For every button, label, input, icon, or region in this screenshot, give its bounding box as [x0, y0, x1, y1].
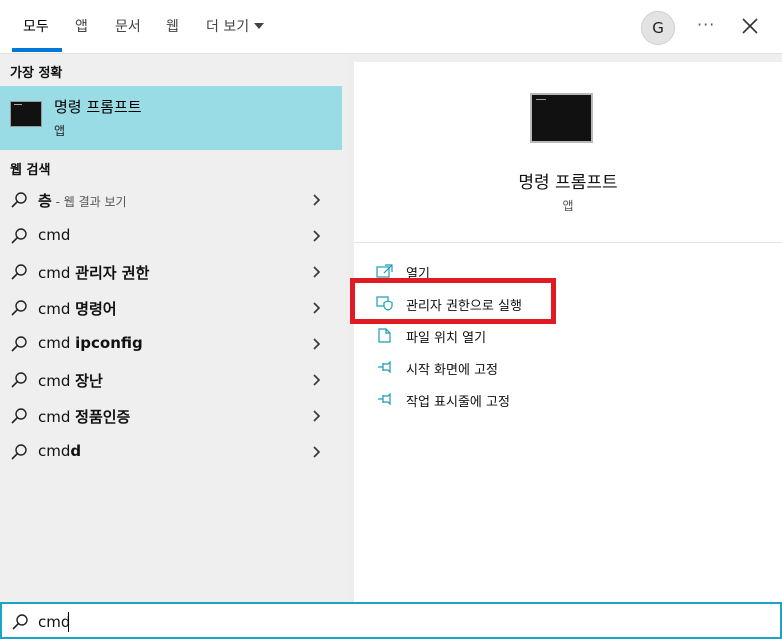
action-run-as-admin[interactable]: 관리자 권한으로 실행 — [374, 291, 754, 317]
best-match-subtitle: 앱 — [54, 124, 66, 138]
tab-all[interactable]: 모두 — [23, 17, 49, 37]
pin-icon — [378, 392, 391, 406]
web-result-row[interactable]: cmd 정품인증 — [0, 399, 342, 433]
web-result-row[interactable]: cmdd — [0, 435, 342, 469]
action-pin-to-taskbar-label: 작업 표시줄에 고정 — [406, 395, 510, 410]
tab-web[interactable]: 웹 — [166, 17, 179, 37]
avatar[interactable]: G — [641, 11, 675, 45]
web-search-header: 웹 검색 — [10, 163, 51, 178]
web-result-label: cmd ipconfig — [38, 334, 143, 352]
search-icon — [11, 336, 27, 352]
shield-icon — [376, 296, 393, 311]
search-icon — [11, 228, 27, 244]
search-input[interactable] — [38, 609, 738, 635]
cmd-icon — [10, 101, 42, 127]
search-icon — [11, 264, 27, 280]
search-bar[interactable] — [0, 602, 782, 639]
action-pin-to-start[interactable]: 시작 화면에 고정 — [374, 355, 754, 381]
web-result-label: cmd 정품인증 — [38, 408, 131, 426]
web-result-row[interactable]: cmd 장난 — [0, 363, 342, 397]
web-result-row[interactable]: cmd — [0, 219, 342, 253]
chevron-right-icon — [313, 410, 321, 422]
web-result-row[interactable]: cmd ipconfig — [0, 327, 342, 361]
search-icon — [11, 444, 27, 460]
tab-more[interactable]: 더 보기 — [206, 17, 265, 37]
web-result-row[interactable]: cmd 관리자 권한 — [0, 255, 342, 289]
action-open-file-location-label: 파일 위치 열기 — [406, 331, 487, 346]
chevron-down-icon — [254, 23, 265, 29]
detail-pane: 명령 프롬프트 앱 열기 관리자 권한으로 실행 파일 위치 열기 시작 화면에… — [354, 62, 782, 602]
pin-icon — [378, 360, 391, 374]
web-result-row[interactable]: cmd 명령어 — [0, 291, 342, 325]
tab-apps[interactable]: 앱 — [75, 17, 88, 37]
search-icon — [11, 192, 27, 208]
more-options-icon[interactable]: ··· — [697, 15, 715, 34]
best-match-item[interactable]: 명령 프롬프트 앱 — [0, 86, 342, 150]
text-cursor — [68, 612, 69, 632]
search-icon — [11, 408, 27, 424]
divider — [354, 242, 782, 243]
best-match-header: 가장 정확 — [10, 66, 63, 81]
chevron-right-icon — [313, 338, 321, 350]
cmd-icon — [530, 93, 593, 143]
chevron-right-icon — [313, 266, 321, 278]
active-tab-indicator — [12, 48, 62, 52]
start-search-window: 모두 앱 문서 웹 더 보기 G ··· 가장 정확 명령 프롬프트 앱 웹 검… — [0, 0, 782, 639]
file-location-icon — [378, 328, 391, 343]
search-icon — [12, 614, 28, 630]
web-result-row[interactable]: 층 - 웹 결과 보기 — [0, 183, 342, 217]
detail-subtitle: 앱 — [562, 199, 574, 213]
web-result-label: cmd 장난 — [38, 372, 103, 390]
action-open-label: 열기 — [406, 267, 430, 282]
action-pin-to-taskbar[interactable]: 작업 표시줄에 고정 — [374, 387, 754, 413]
chevron-right-icon — [313, 302, 321, 314]
action-open-file-location[interactable]: 파일 위치 열기 — [374, 323, 754, 349]
close-icon[interactable] — [738, 14, 762, 38]
web-result-label: cmd 명령어 — [38, 300, 117, 318]
best-match-title: 명령 프롬프트 — [54, 98, 142, 116]
web-result-label: cmd — [38, 226, 71, 244]
search-icon — [11, 300, 27, 316]
action-run-as-admin-label: 관리자 권한으로 실행 — [406, 299, 522, 314]
action-pin-to-start-label: 시작 화면에 고정 — [406, 363, 498, 378]
web-result-label: 층 - 웹 결과 보기 — [38, 192, 127, 210]
chevron-right-icon — [313, 230, 321, 242]
open-icon — [376, 264, 393, 278]
chevron-right-icon — [313, 374, 321, 386]
web-result-label: cmdd — [38, 442, 82, 460]
search-icon — [11, 372, 27, 388]
action-open[interactable]: 열기 — [374, 259, 754, 285]
chevron-right-icon — [313, 194, 321, 206]
web-result-label: cmd 관리자 권한 — [38, 264, 150, 282]
chevron-right-icon — [313, 446, 321, 458]
tab-more-label: 더 보기 — [206, 19, 250, 35]
detail-title: 명령 프롬프트 — [518, 173, 618, 193]
tab-documents[interactable]: 문서 — [115, 17, 141, 37]
top-bar: 모두 앱 문서 웹 더 보기 G ··· — [0, 0, 782, 54]
